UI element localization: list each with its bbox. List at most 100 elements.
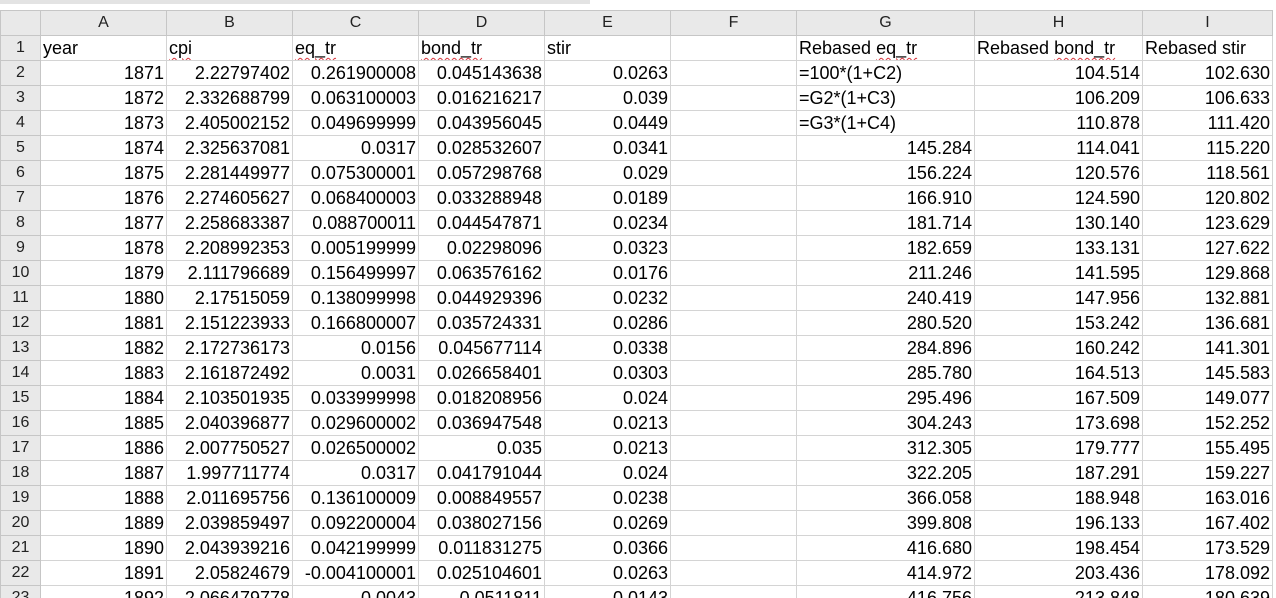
cell-c15[interactable]: 0.033999998 bbox=[292, 385, 419, 411]
cell-d13[interactable]: 0.045677114 bbox=[418, 335, 545, 361]
cell-g7[interactable]: 166.910 bbox=[796, 185, 975, 211]
cell-g11[interactable]: 240.419 bbox=[796, 285, 975, 311]
cell-h18[interactable]: 187.291 bbox=[974, 460, 1143, 486]
cell-a8[interactable]: 1877 bbox=[40, 210, 167, 236]
row-header[interactable]: 9 bbox=[0, 235, 41, 261]
cell-a6[interactable]: 1875 bbox=[40, 160, 167, 186]
cell-f4[interactable] bbox=[670, 110, 797, 136]
row-header[interactable]: 3 bbox=[0, 85, 41, 111]
cell-b4[interactable]: 2.405002152 bbox=[166, 110, 293, 136]
cell-b18[interactable]: 1.997711774 bbox=[166, 460, 293, 486]
cell-g4[interactable]: =G3*(1+C4) bbox=[796, 110, 975, 136]
cell-i19[interactable]: 163.016 bbox=[1142, 485, 1273, 511]
cell-h10[interactable]: 141.595 bbox=[974, 260, 1143, 286]
cell-d16[interactable]: 0.036947548 bbox=[418, 410, 545, 436]
cell-a4[interactable]: 1873 bbox=[40, 110, 167, 136]
cell-g10[interactable]: 211.246 bbox=[796, 260, 975, 286]
column-header-f[interactable]: F bbox=[670, 10, 797, 36]
cell-e3[interactable]: 0.039 bbox=[544, 85, 671, 111]
cell-h1[interactable]: Rebased bond_tr bbox=[974, 35, 1143, 61]
cell-g21[interactable]: 416.680 bbox=[796, 535, 975, 561]
row-header[interactable]: 10 bbox=[0, 260, 41, 286]
row-header[interactable]: 13 bbox=[0, 335, 41, 361]
cell-f23[interactable] bbox=[670, 585, 797, 598]
cell-g3[interactable]: =G2*(1+C3) bbox=[796, 85, 975, 111]
cell-c5[interactable]: 0.0317 bbox=[292, 135, 419, 161]
cell-h17[interactable]: 179.777 bbox=[974, 435, 1143, 461]
cell-i14[interactable]: 145.583 bbox=[1142, 360, 1273, 386]
cell-i5[interactable]: 115.220 bbox=[1142, 135, 1273, 161]
cell-c17[interactable]: 0.026500002 bbox=[292, 435, 419, 461]
cell-g2[interactable]: =100*(1+C2) bbox=[796, 60, 975, 86]
cell-b11[interactable]: 2.17515059 bbox=[166, 285, 293, 311]
cell-e10[interactable]: 0.0176 bbox=[544, 260, 671, 286]
cell-g5[interactable]: 145.284 bbox=[796, 135, 975, 161]
cell-d15[interactable]: 0.018208956 bbox=[418, 385, 545, 411]
cell-d20[interactable]: 0.038027156 bbox=[418, 510, 545, 536]
cell-i22[interactable]: 178.092 bbox=[1142, 560, 1273, 586]
column-header-d[interactable]: D bbox=[418, 10, 545, 36]
cell-b7[interactable]: 2.274605627 bbox=[166, 185, 293, 211]
row-header[interactable]: 12 bbox=[0, 310, 41, 336]
cell-c18[interactable]: 0.0317 bbox=[292, 460, 419, 486]
cell-c14[interactable]: 0.0031 bbox=[292, 360, 419, 386]
cell-a14[interactable]: 1883 bbox=[40, 360, 167, 386]
cell-d9[interactable]: 0.02298096 bbox=[418, 235, 545, 261]
cell-f14[interactable] bbox=[670, 360, 797, 386]
cell-d21[interactable]: 0.011831275 bbox=[418, 535, 545, 561]
cell-f10[interactable] bbox=[670, 260, 797, 286]
cell-b15[interactable]: 2.103501935 bbox=[166, 385, 293, 411]
cell-e15[interactable]: 0.024 bbox=[544, 385, 671, 411]
cell-i16[interactable]: 152.252 bbox=[1142, 410, 1273, 436]
cell-g1[interactable]: Rebased eq_tr bbox=[796, 35, 975, 61]
cell-i4[interactable]: 111.420 bbox=[1142, 110, 1273, 136]
cell-i7[interactable]: 120.802 bbox=[1142, 185, 1273, 211]
cell-d11[interactable]: 0.044929396 bbox=[418, 285, 545, 311]
cell-h12[interactable]: 153.242 bbox=[974, 310, 1143, 336]
cell-a3[interactable]: 1872 bbox=[40, 85, 167, 111]
cell-f18[interactable] bbox=[670, 460, 797, 486]
cell-i18[interactable]: 159.227 bbox=[1142, 460, 1273, 486]
cell-b8[interactable]: 2.258683387 bbox=[166, 210, 293, 236]
column-header-c[interactable]: C bbox=[292, 10, 419, 36]
cell-a11[interactable]: 1880 bbox=[40, 285, 167, 311]
cell-e20[interactable]: 0.0269 bbox=[544, 510, 671, 536]
row-header[interactable]: 16 bbox=[0, 410, 41, 436]
cell-e2[interactable]: 0.0263 bbox=[544, 60, 671, 86]
cell-g9[interactable]: 182.659 bbox=[796, 235, 975, 261]
cell-c23[interactable]: 0.0043 bbox=[292, 585, 419, 598]
cell-i21[interactable]: 173.529 bbox=[1142, 535, 1273, 561]
cell-c3[interactable]: 0.063100003 bbox=[292, 85, 419, 111]
cell-g16[interactable]: 304.243 bbox=[796, 410, 975, 436]
cell-b9[interactable]: 2.208992353 bbox=[166, 235, 293, 261]
cell-b2[interactable]: 2.22797402 bbox=[166, 60, 293, 86]
cell-h13[interactable]: 160.242 bbox=[974, 335, 1143, 361]
cell-c22[interactable]: -0.004100001 bbox=[292, 560, 419, 586]
cell-c13[interactable]: 0.0156 bbox=[292, 335, 419, 361]
cell-i12[interactable]: 136.681 bbox=[1142, 310, 1273, 336]
row-header[interactable]: 23 bbox=[0, 585, 41, 598]
cell-d3[interactable]: 0.016216217 bbox=[418, 85, 545, 111]
column-header-a[interactable]: A bbox=[40, 10, 167, 36]
cell-c10[interactable]: 0.156499997 bbox=[292, 260, 419, 286]
cell-d22[interactable]: 0.025104601 bbox=[418, 560, 545, 586]
cell-a19[interactable]: 1888 bbox=[40, 485, 167, 511]
cell-g18[interactable]: 322.205 bbox=[796, 460, 975, 486]
cell-c7[interactable]: 0.068400003 bbox=[292, 185, 419, 211]
cell-i15[interactable]: 149.077 bbox=[1142, 385, 1273, 411]
cell-b12[interactable]: 2.151223933 bbox=[166, 310, 293, 336]
column-header-b[interactable]: B bbox=[166, 10, 293, 36]
cell-h16[interactable]: 173.698 bbox=[974, 410, 1143, 436]
cell-g8[interactable]: 181.714 bbox=[796, 210, 975, 236]
cell-a2[interactable]: 1871 bbox=[40, 60, 167, 86]
cell-i9[interactable]: 127.622 bbox=[1142, 235, 1273, 261]
cell-a18[interactable]: 1887 bbox=[40, 460, 167, 486]
cell-c9[interactable]: 0.005199999 bbox=[292, 235, 419, 261]
cell-e19[interactable]: 0.0238 bbox=[544, 485, 671, 511]
cell-h19[interactable]: 188.948 bbox=[974, 485, 1143, 511]
cell-e1[interactable]: stir bbox=[544, 35, 671, 61]
cell-c4[interactable]: 0.049699999 bbox=[292, 110, 419, 136]
row-header[interactable]: 7 bbox=[0, 185, 41, 211]
cell-i8[interactable]: 123.629 bbox=[1142, 210, 1273, 236]
cell-i2[interactable]: 102.630 bbox=[1142, 60, 1273, 86]
